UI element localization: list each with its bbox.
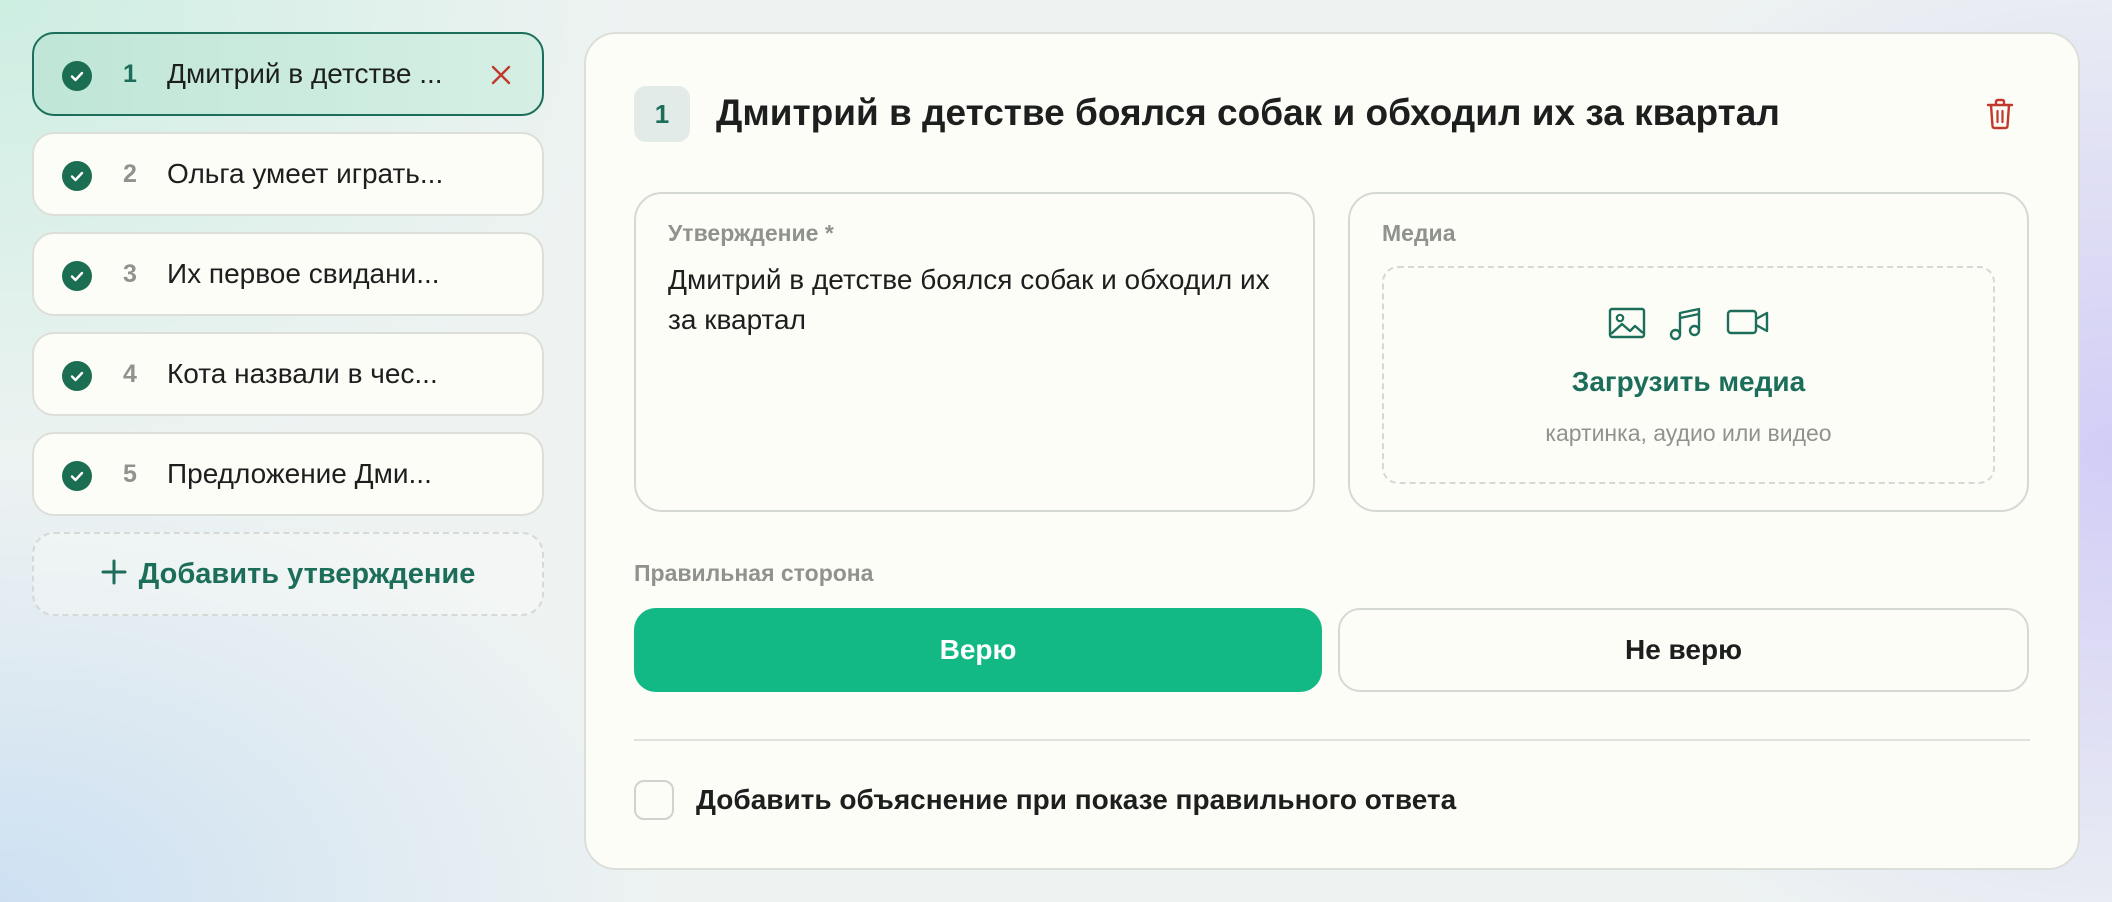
statement-number: 4 [123, 359, 137, 388]
divider [634, 739, 2030, 741]
upload-media-hint: картинка, аудио или видео [1545, 420, 1832, 446]
statement-number: 1 [123, 59, 137, 88]
correct-side-label: Правильная сторона [634, 560, 874, 586]
believe-button[interactable]: Верю [634, 608, 1322, 692]
check-circle-icon [62, 261, 92, 291]
check-circle-icon [62, 361, 92, 391]
video-icon [1726, 306, 1770, 342]
question-number-badge: 1 [634, 86, 690, 142]
statement-number: 2 [123, 159, 137, 188]
statement-list-item[interactable]: 3 Их первое свидани... [32, 232, 544, 316]
statement-label: Предложение Дми... [167, 458, 432, 489]
image-icon [1608, 306, 1646, 342]
page-title: Дмитрий в детстве боялся собак и обходил… [716, 92, 1780, 133]
media-field-label: Медиа [1382, 220, 1456, 246]
check-circle-icon [62, 161, 92, 191]
statement-number: 5 [123, 459, 137, 488]
disbelieve-button[interactable]: Не верю [1338, 608, 2029, 692]
explanation-label: Добавить объяснение при показе правильно… [696, 784, 1457, 815]
statement-textarea[interactable]: Дмитрий в детстве боялся собак и обходил… [668, 260, 1281, 340]
upload-media-label: Загрузить медиа [1571, 366, 1806, 397]
statement-label: Ольга умеет играть... [167, 158, 444, 189]
statement-label: Их первое свидани... [167, 258, 440, 289]
statement-field: Утверждение * Дмитрий в детстве боялся с… [634, 192, 1315, 512]
statement-list-item[interactable]: 2 Ольга умеет играть... [32, 132, 544, 216]
add-statement-button[interactable]: Добавить утверждение [32, 532, 544, 616]
statement-number: 3 [123, 259, 137, 288]
add-explanation-toggle[interactable]: Добавить объяснение при показе правильно… [634, 780, 1456, 820]
statements-sidebar: 1 Дмитрий в детстве ... 2 Ольга умеет иг… [32, 32, 544, 616]
statement-label: Кота назвали в чес... [167, 358, 438, 389]
check-circle-icon [62, 461, 92, 491]
media-type-icons [1384, 306, 1993, 342]
trash-icon[interactable] [1980, 94, 2020, 134]
statement-list-item[interactable]: 5 Предложение Дми... [32, 432, 544, 516]
close-icon[interactable] [486, 60, 516, 90]
add-statement-label: Добавить утверждение [138, 557, 476, 590]
music-icon [1668, 306, 1704, 342]
media-dropzone[interactable]: Загрузить медиа картинка, аудио или виде… [1382, 266, 1995, 484]
statement-field-label: Утверждение * [668, 220, 834, 246]
explanation-checkbox[interactable] [634, 780, 674, 820]
plus-icon [101, 559, 127, 590]
statement-label: Дмитрий в детстве ... [167, 58, 443, 89]
statement-editor-card: 1 Дмитрий в детстве боялся собак и обход… [584, 32, 2080, 870]
statement-list-item[interactable]: 4 Кота назвали в чес... [32, 332, 544, 416]
media-field: Медиа Загрузить медиа картинка, аудио ил… [1348, 192, 2029, 512]
check-circle-icon [62, 61, 92, 91]
statement-list-item[interactable]: 1 Дмитрий в детстве ... [32, 32, 544, 116]
